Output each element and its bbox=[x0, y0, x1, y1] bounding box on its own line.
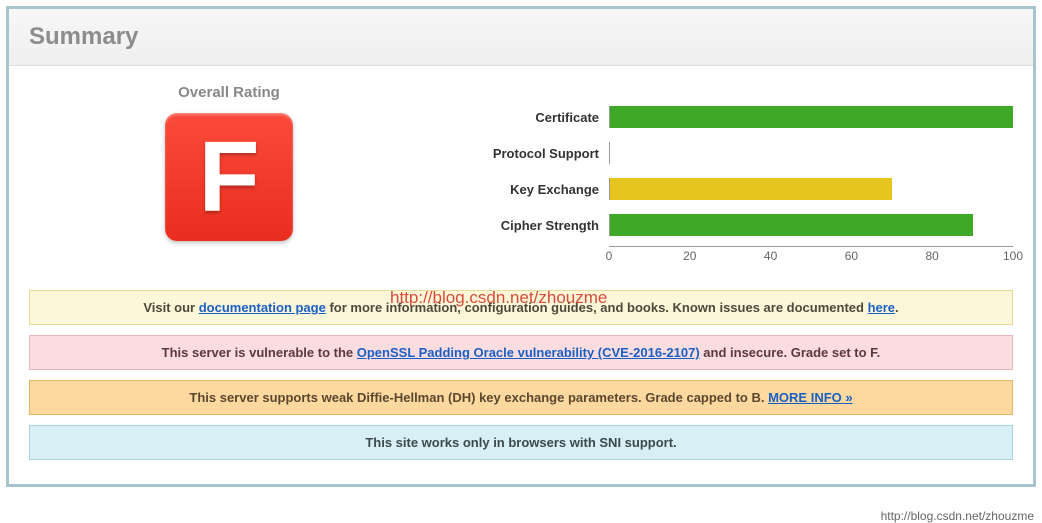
chart-track bbox=[609, 106, 1013, 128]
chart-tick: 80 bbox=[926, 249, 939, 263]
top-row: Overall Rating F Certificate Protocol Sup… bbox=[29, 84, 1013, 266]
chart-track bbox=[609, 142, 1013, 164]
chart-bar bbox=[610, 178, 892, 200]
documentation-link[interactable]: documentation page bbox=[199, 300, 326, 315]
notice-text: Visit our bbox=[143, 300, 198, 315]
chart-tick: 0 bbox=[606, 249, 613, 263]
chart-axis: 020406080100 bbox=[609, 246, 1013, 266]
panel-body: Overall Rating F Certificate Protocol Sup… bbox=[9, 66, 1033, 484]
chart-row: Protocol Support bbox=[469, 138, 1013, 168]
more-info-link[interactable]: MORE INFO » bbox=[768, 390, 853, 405]
notice-text: This server supports weak Diffie-Hellman… bbox=[189, 390, 768, 405]
chart-track bbox=[609, 178, 1013, 200]
notice: This server supports weak Diffie-Hellman… bbox=[29, 380, 1013, 415]
rating-column: Overall Rating F bbox=[29, 84, 429, 266]
chart-bar bbox=[610, 214, 973, 236]
watermark-footer: http://blog.csdn.net/zhouzme bbox=[881, 509, 1034, 523]
chart-category-label: Protocol Support bbox=[469, 146, 609, 161]
watermark-center: http://blog.csdn.net/zhouzme bbox=[390, 288, 607, 308]
notice-list: Visit our documentation page for more in… bbox=[29, 290, 1013, 460]
known-issues-link[interactable]: here bbox=[868, 300, 895, 315]
notice-text: This server is vulnerable to the bbox=[162, 345, 357, 360]
panel-title: Summary bbox=[9, 9, 1033, 66]
notice: This server is vulnerable to the OpenSSL… bbox=[29, 335, 1013, 370]
notice-text: This site works only in browsers with SN… bbox=[365, 435, 676, 450]
chart-row: Certificate bbox=[469, 102, 1013, 132]
rating-label: Overall Rating bbox=[29, 84, 429, 101]
summary-panel: Summary Overall Rating F Certificate Prot… bbox=[6, 6, 1036, 487]
chart-tick: 20 bbox=[683, 249, 696, 263]
chart-bar bbox=[610, 106, 1013, 128]
grade-badge: F bbox=[165, 113, 293, 241]
chart-tick: 100 bbox=[1003, 249, 1023, 263]
chart-category-label: Certificate bbox=[469, 110, 609, 125]
notice-text: . bbox=[895, 300, 899, 315]
notice: This site works only in browsers with SN… bbox=[29, 425, 1013, 460]
chart-tick: 60 bbox=[845, 249, 858, 263]
cve-link[interactable]: OpenSSL Padding Oracle vulnerability (CV… bbox=[357, 345, 700, 360]
chart-category-label: Key Exchange bbox=[469, 182, 609, 197]
chart: Certificate Protocol Support Key Exchange C… bbox=[469, 84, 1013, 266]
chart-row: Key Exchange bbox=[469, 174, 1013, 204]
notice-text: and insecure. Grade set to F. bbox=[700, 345, 881, 360]
chart-tick: 40 bbox=[764, 249, 777, 263]
chart-row: Cipher Strength bbox=[469, 210, 1013, 240]
chart-track bbox=[609, 214, 1013, 236]
chart-category-label: Cipher Strength bbox=[469, 218, 609, 233]
